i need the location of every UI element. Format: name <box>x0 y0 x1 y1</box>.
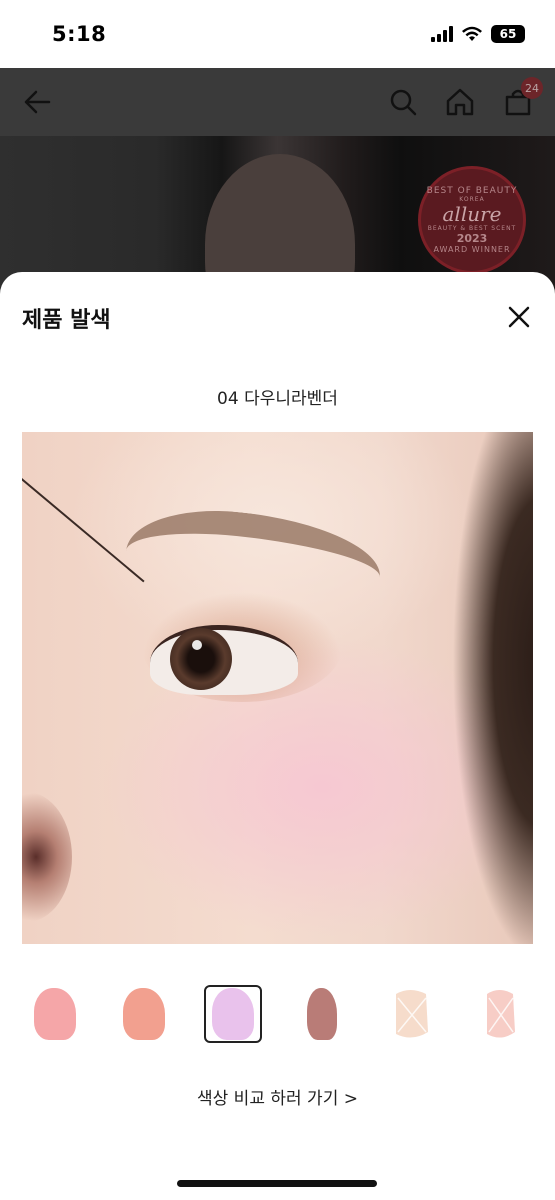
sheet-title: 제품 발색 <box>22 308 111 333</box>
eyebrow-shape <box>124 500 385 598</box>
swatch-color-4 <box>307 988 337 1040</box>
swatch-option-6[interactable] <box>471 985 529 1043</box>
iris-highlight <box>192 640 202 650</box>
swatch-option-5[interactable] <box>382 985 440 1043</box>
home-icon[interactable] <box>445 87 475 117</box>
swatch-color-5 <box>396 990 428 1038</box>
shade-name: 04 다우니라벤더 <box>217 389 338 409</box>
arrow-left-icon[interactable] <box>22 87 52 117</box>
header-actions: 24 <box>389 77 543 117</box>
cart-count-badge: 24 <box>521 77 543 99</box>
swatch-option-2[interactable] <box>115 985 173 1043</box>
home-indicator[interactable] <box>177 1180 377 1187</box>
swatch-color-2 <box>123 988 165 1040</box>
award-badge-top: BEST OF BEAUTY <box>426 186 518 196</box>
award-badge-bottom: AWARD WINNER <box>433 245 511 254</box>
close-icon[interactable] <box>504 302 534 332</box>
status-time: 5:18 <box>52 22 107 46</box>
app-header: 24 <box>0 68 555 136</box>
search-icon[interactable] <box>389 88 417 116</box>
iris-shape <box>170 628 232 690</box>
screen: 5:18 65 24 BEST OF BEAUTY KOREA allure B… <box>0 0 555 1200</box>
color-swatch-sheet: 제품 발색 04 다우니라벤더 색상 비교 하러 가기 > <box>0 272 555 1200</box>
award-badge: BEST OF BEAUTY KOREA allure BEAUTY & BES… <box>418 166 526 274</box>
swatch-color-1 <box>34 988 76 1040</box>
wifi-icon <box>462 26 482 41</box>
swatch-photo <box>22 432 533 944</box>
status-icons: 65 <box>431 25 525 43</box>
battery-indicator: 65 <box>491 25 525 43</box>
hair-shape <box>403 432 533 944</box>
compare-colors-link[interactable]: 색상 비교 하러 가기 > <box>0 1084 555 1109</box>
sheet-header: 제품 발색 <box>0 272 555 362</box>
swatch-option-4[interactable] <box>293 985 351 1043</box>
swatch-option-1[interactable] <box>26 985 84 1043</box>
award-badge-sub: BEAUTY & BEST SCENT <box>427 225 517 232</box>
award-badge-year: 2023 <box>456 232 488 245</box>
status-bar: 5:18 65 <box>0 0 555 68</box>
battery-level: 65 <box>499 27 517 41</box>
swatch-option-3[interactable] <box>204 985 262 1043</box>
swatch-color-3 <box>212 988 254 1040</box>
stray-hair <box>22 478 145 583</box>
swatch-color-6 <box>487 990 515 1038</box>
swatch-selector <box>22 984 533 1044</box>
nose-shape <box>22 792 72 922</box>
cart-button[interactable]: 24 <box>503 77 543 117</box>
signal-icon <box>431 26 453 42</box>
award-badge-brand: allure <box>442 202 502 226</box>
